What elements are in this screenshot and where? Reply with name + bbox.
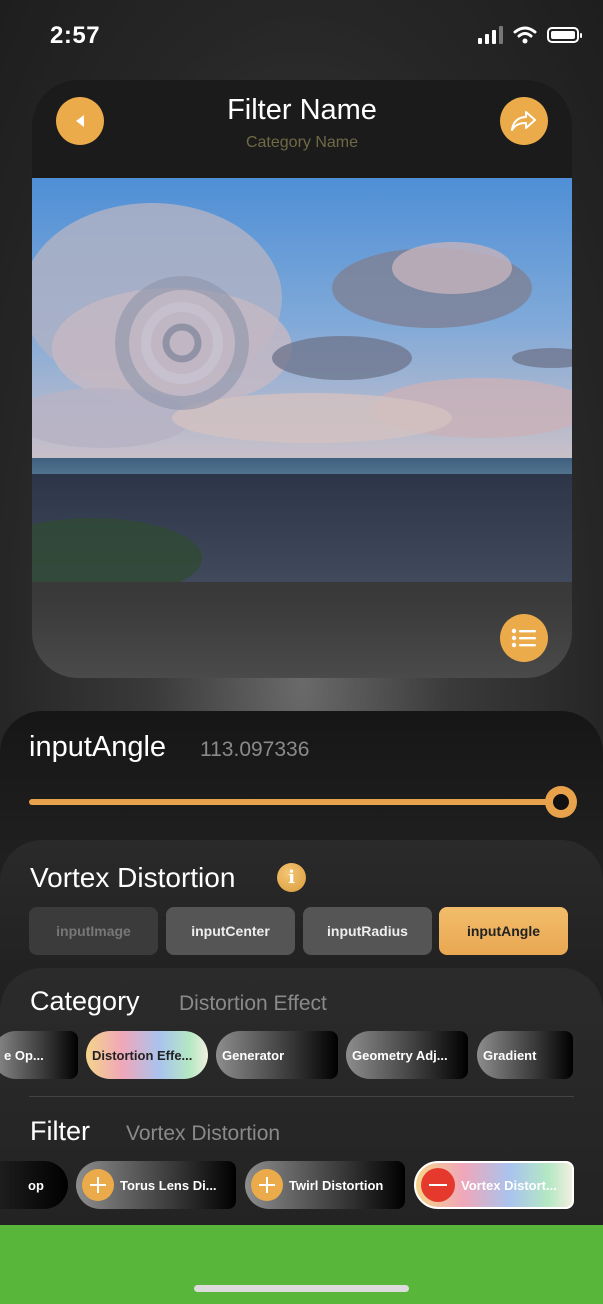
category-value: Distortion Effect (179, 992, 327, 1015)
input-image-button[interactable]: inputImage (29, 907, 158, 955)
share-arrow-icon (511, 111, 536, 131)
filter-chip-label: Vortex Distort... (461, 1177, 557, 1193)
category-chip-selected[interactable]: Distortion Effe... (86, 1031, 208, 1079)
list-icon (511, 628, 536, 648)
bottom-bar (0, 1225, 603, 1304)
status-bar: 2:57 (0, 0, 603, 70)
category-chip-row[interactable]: e Op... Distortion Effe... Generator Geo… (0, 1031, 603, 1081)
parameter-slider-thumb[interactable] (545, 786, 577, 818)
category-label: Category (30, 986, 140, 1016)
parameter-value: 113.097336 (200, 738, 310, 761)
input-radius-button[interactable]: inputRadius (303, 907, 432, 955)
filter-chip-row[interactable]: op Torus Lens Di... Twirl Distortion Vor… (0, 1161, 603, 1211)
remove-filter-icon[interactable] (421, 1168, 455, 1202)
category-chip[interactable]: e Op... (0, 1031, 78, 1079)
parameter-name: inputAngle (29, 731, 167, 763)
filter-chip-selected[interactable]: Vortex Distort... (414, 1161, 574, 1209)
filter-list-button[interactable] (500, 614, 548, 662)
preview-image (32, 178, 572, 582)
battery-icon (547, 27, 582, 43)
filter-chip[interactable]: op (0, 1161, 68, 1209)
filter-chip[interactable]: Twirl Distortion (245, 1161, 405, 1209)
home-indicator[interactable] (194, 1285, 409, 1292)
filter-chip-label: op (28, 1177, 44, 1193)
share-button[interactable] (500, 97, 548, 145)
preview-card: Filter Name Category Name (32, 80, 572, 678)
filter-title: Vortex Distortion (30, 862, 236, 893)
filter-label: Filter (30, 1116, 90, 1146)
wifi-icon (513, 26, 537, 44)
filter-chip-label: Twirl Distortion (289, 1177, 384, 1193)
add-filter-icon[interactable] (82, 1169, 114, 1201)
cellular-signal-icon (478, 26, 503, 44)
category-chip[interactable]: Gradient (477, 1031, 573, 1079)
filter-chip[interactable]: Torus Lens Di... (76, 1161, 236, 1209)
input-angle-button[interactable]: inputAngle (439, 907, 568, 955)
status-time: 2:57 (50, 22, 101, 49)
status-icons (478, 26, 582, 44)
filter-chip-label: Torus Lens Di... (120, 1177, 217, 1193)
info-icon[interactable]: i (277, 863, 306, 892)
category-name-subtitle: Category Name (245, 134, 359, 151)
selection-panel: Category Distortion Effect e Op... Disto… (0, 968, 603, 1258)
category-chip[interactable]: Generator (216, 1031, 338, 1079)
category-chip[interactable]: Geometry Adj... (346, 1031, 468, 1079)
input-center-button[interactable]: inputCenter (166, 907, 295, 955)
section-divider (29, 1096, 574, 1097)
filter-value: Vortex Distortion (126, 1122, 281, 1145)
add-filter-icon[interactable] (251, 1169, 283, 1201)
filter-name-title: Filter Name (227, 94, 377, 126)
parameter-slider-track[interactable] (29, 799, 559, 805)
